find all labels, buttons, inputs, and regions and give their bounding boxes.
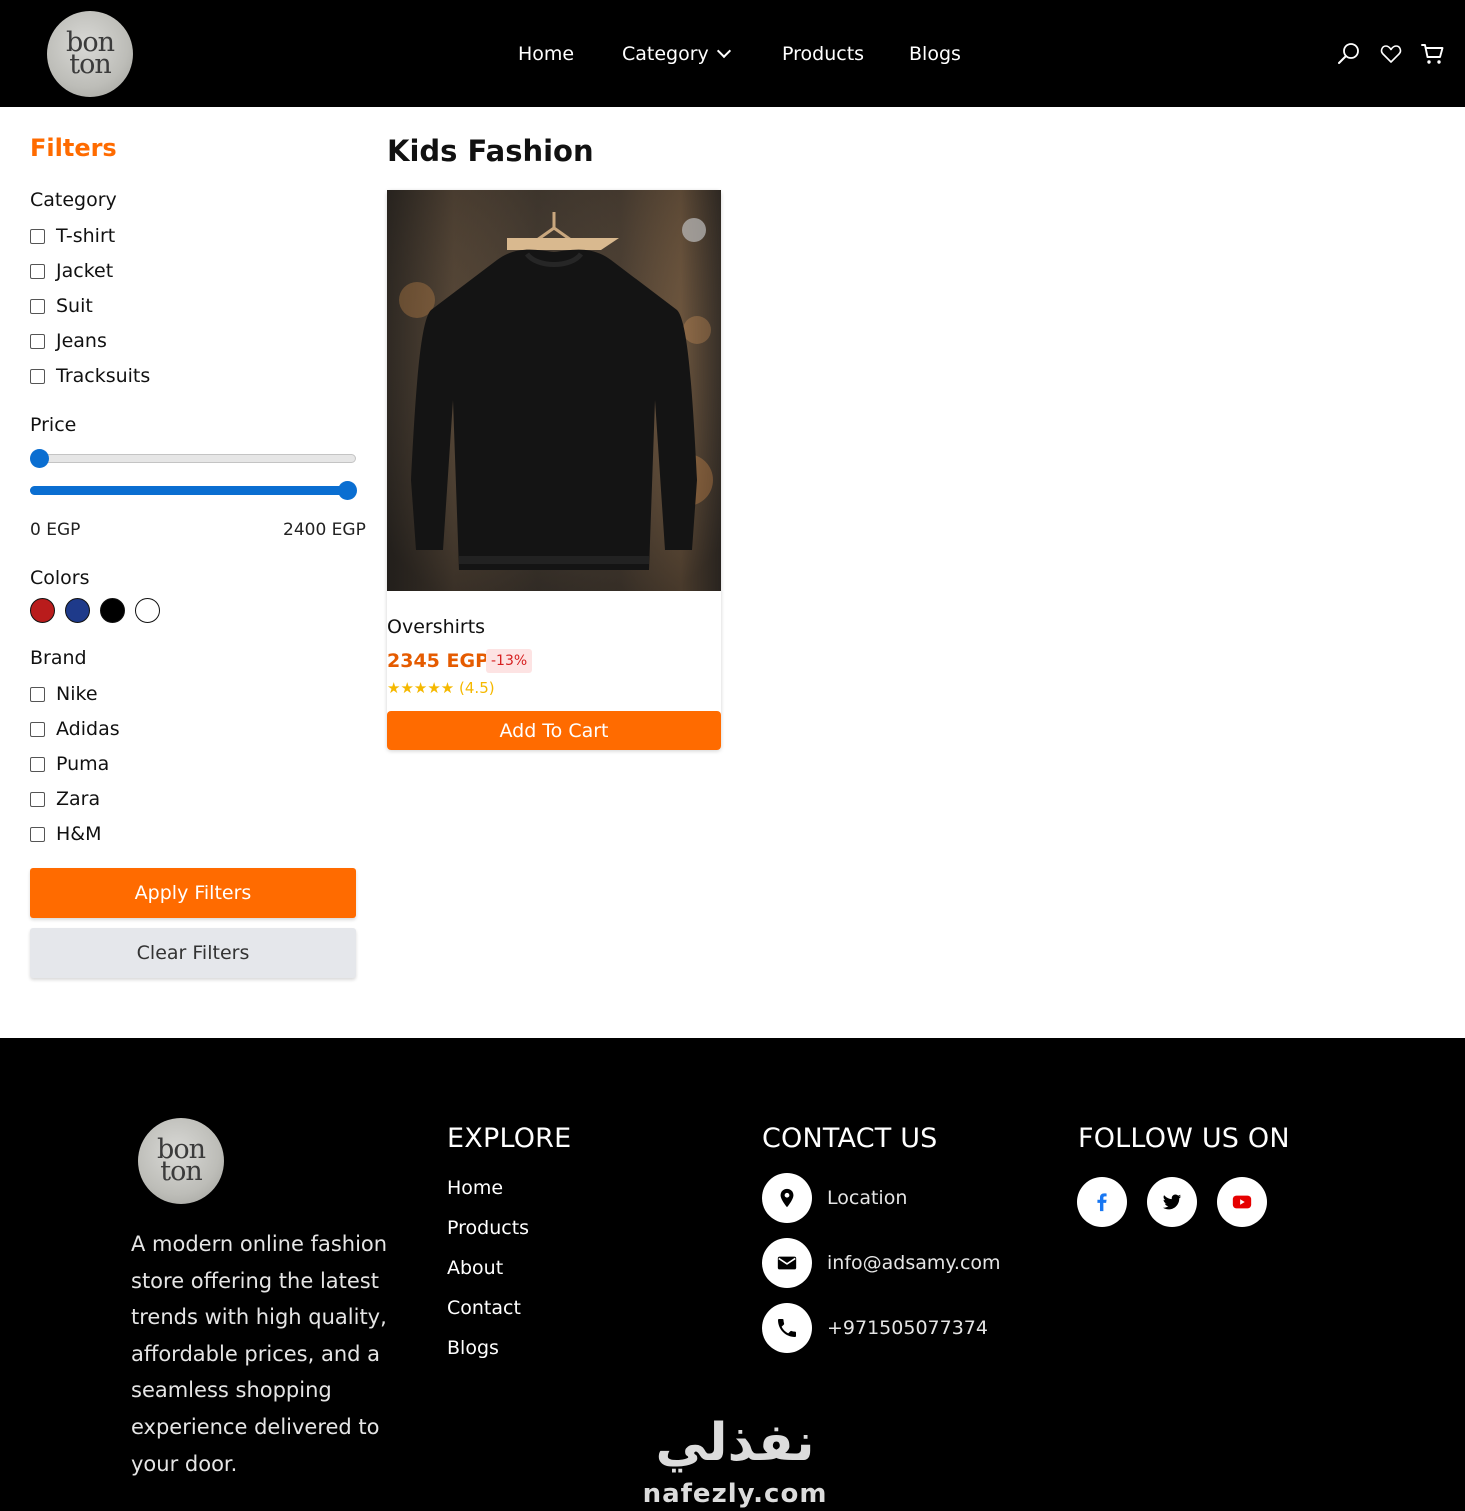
phone-icon: [762, 1303, 812, 1353]
mail-icon: [762, 1238, 812, 1288]
nav-products[interactable]: Products: [782, 40, 864, 68]
brand-option-hm[interactable]: H&M: [30, 822, 102, 846]
location-icon: [762, 1173, 812, 1223]
product-name[interactable]: Overshirts: [387, 616, 485, 638]
color-swatch-white[interactable]: [135, 598, 160, 623]
star-icons: ★★★★★: [387, 679, 455, 697]
watermark-url: nafezly.com: [642, 1479, 828, 1509]
price-filter-title: Price: [30, 414, 77, 436]
explore-heading: EXPLORE: [447, 1123, 572, 1154]
price-min-label: 0 EGP: [30, 520, 81, 540]
brand-filter-title: Brand: [30, 647, 87, 669]
product-image[interactable]: [387, 190, 721, 591]
contact-location[interactable]: Location: [827, 1187, 907, 1209]
brand-option-adidas[interactable]: Adidas: [30, 717, 120, 741]
main-nav: Home Category Products Blogs: [0, 40, 1465, 70]
slider-track: [30, 454, 356, 463]
top-navbar: bon ton Home Category Products Blogs: [0, 0, 1465, 107]
search-icon[interactable]: [1337, 42, 1361, 66]
checkbox[interactable]: [30, 756, 45, 772]
brand-option-puma[interactable]: Puma: [30, 752, 109, 776]
watermark-arabic: نفذلي: [655, 1413, 815, 1473]
facebook-icon[interactable]: [1077, 1177, 1127, 1227]
footer-link-about[interactable]: About: [447, 1257, 503, 1279]
option-label: Nike: [56, 683, 98, 705]
checkbox[interactable]: [30, 228, 45, 244]
checkbox[interactable]: [30, 791, 45, 807]
category-option-suit[interactable]: Suit: [30, 294, 93, 318]
checkbox[interactable]: [30, 263, 45, 279]
apply-filters-button[interactable]: Apply Filters: [30, 868, 356, 918]
product-rating: ★★★★★ (4.5): [387, 679, 495, 697]
color-swatch-red[interactable]: [30, 598, 55, 623]
checkbox[interactable]: [30, 826, 45, 842]
checkbox[interactable]: [30, 298, 45, 314]
rating-value: (4.5): [459, 679, 495, 697]
twitter-icon[interactable]: [1147, 1177, 1197, 1227]
sweatshirt-illustration: [387, 190, 721, 591]
option-label: Adidas: [56, 718, 120, 740]
add-to-cart-button[interactable]: Add To Cart: [387, 711, 721, 750]
footer-link-contact[interactable]: Contact: [447, 1297, 521, 1319]
option-label: Jacket: [56, 260, 114, 282]
nav-home[interactable]: Home: [518, 40, 574, 68]
footer: bon ton A modern online fashion store of…: [0, 1038, 1465, 1511]
contact-email[interactable]: info@adsamy.com: [827, 1252, 1001, 1274]
price-min-slider[interactable]: [30, 448, 356, 468]
checkbox[interactable]: [30, 721, 45, 737]
youtube-icon[interactable]: [1217, 1177, 1267, 1227]
contact-phone[interactable]: +971505077374: [827, 1317, 988, 1339]
color-swatch-black[interactable]: [100, 598, 125, 623]
checkbox[interactable]: [30, 686, 45, 702]
cart-icon[interactable]: [1421, 42, 1445, 66]
footer-logo[interactable]: bon ton: [138, 1118, 224, 1204]
product-price: 2345 EGP: [387, 650, 489, 672]
price-max-label: 2400 EGP: [283, 520, 366, 540]
color-swatch-blue[interactable]: [65, 598, 90, 623]
nav-category-label: Category: [622, 43, 709, 65]
option-label: Jeans: [56, 330, 107, 352]
option-label: H&M: [56, 823, 102, 845]
category-option-jeans[interactable]: Jeans: [30, 329, 107, 353]
nav-blogs[interactable]: Blogs: [909, 40, 961, 68]
checkbox[interactable]: [30, 368, 45, 384]
slider-thumb[interactable]: [338, 481, 357, 500]
footer-description: A modern online fashion store offering t…: [131, 1232, 388, 1476]
option-label: Tracksuits: [56, 365, 151, 387]
footer-link-home[interactable]: Home: [447, 1177, 503, 1199]
heart-icon[interactable]: [1379, 42, 1403, 66]
slider-thumb[interactable]: [30, 449, 49, 468]
page-title: Kids Fashion: [387, 134, 594, 168]
option-label: Puma: [56, 753, 110, 775]
colors-filter-title: Colors: [30, 567, 90, 589]
brand-option-nike[interactable]: Nike: [30, 682, 98, 706]
option-label: Zara: [56, 788, 101, 810]
discount-badge: -13%: [486, 649, 533, 673]
clear-filters-button[interactable]: Clear Filters: [30, 928, 356, 978]
follow-heading: FOLLOW US ON: [1078, 1123, 1290, 1154]
logo-text-bottom: ton: [160, 1156, 202, 1187]
price-max-slider[interactable]: [30, 480, 357, 500]
footer-link-blogs[interactable]: Blogs: [447, 1337, 499, 1359]
category-option-tshirt[interactable]: T-shirt: [30, 224, 115, 248]
checkbox[interactable]: [30, 333, 45, 349]
option-label: T-shirt: [56, 225, 116, 247]
category-option-tracksuits[interactable]: Tracksuits: [30, 364, 150, 388]
slider-fill: [30, 486, 356, 495]
nav-category[interactable]: Category: [622, 40, 731, 68]
category-option-jacket[interactable]: Jacket: [30, 259, 113, 283]
product-card[interactable]: Overshirts 2345 EGP -13% ★★★★★ (4.5) Add…: [387, 190, 721, 750]
filters-title: Filters: [30, 134, 117, 162]
contact-heading: CONTACT US: [762, 1123, 938, 1154]
footer-link-products[interactable]: Products: [447, 1217, 529, 1239]
category-filter-title: Category: [30, 189, 117, 211]
watermark-logo: نفذلي nafezly.com: [640, 1413, 830, 1511]
brand-option-zara[interactable]: Zara: [30, 787, 100, 811]
option-label: Suit: [56, 295, 93, 317]
chevron-down-icon: [716, 43, 731, 59]
